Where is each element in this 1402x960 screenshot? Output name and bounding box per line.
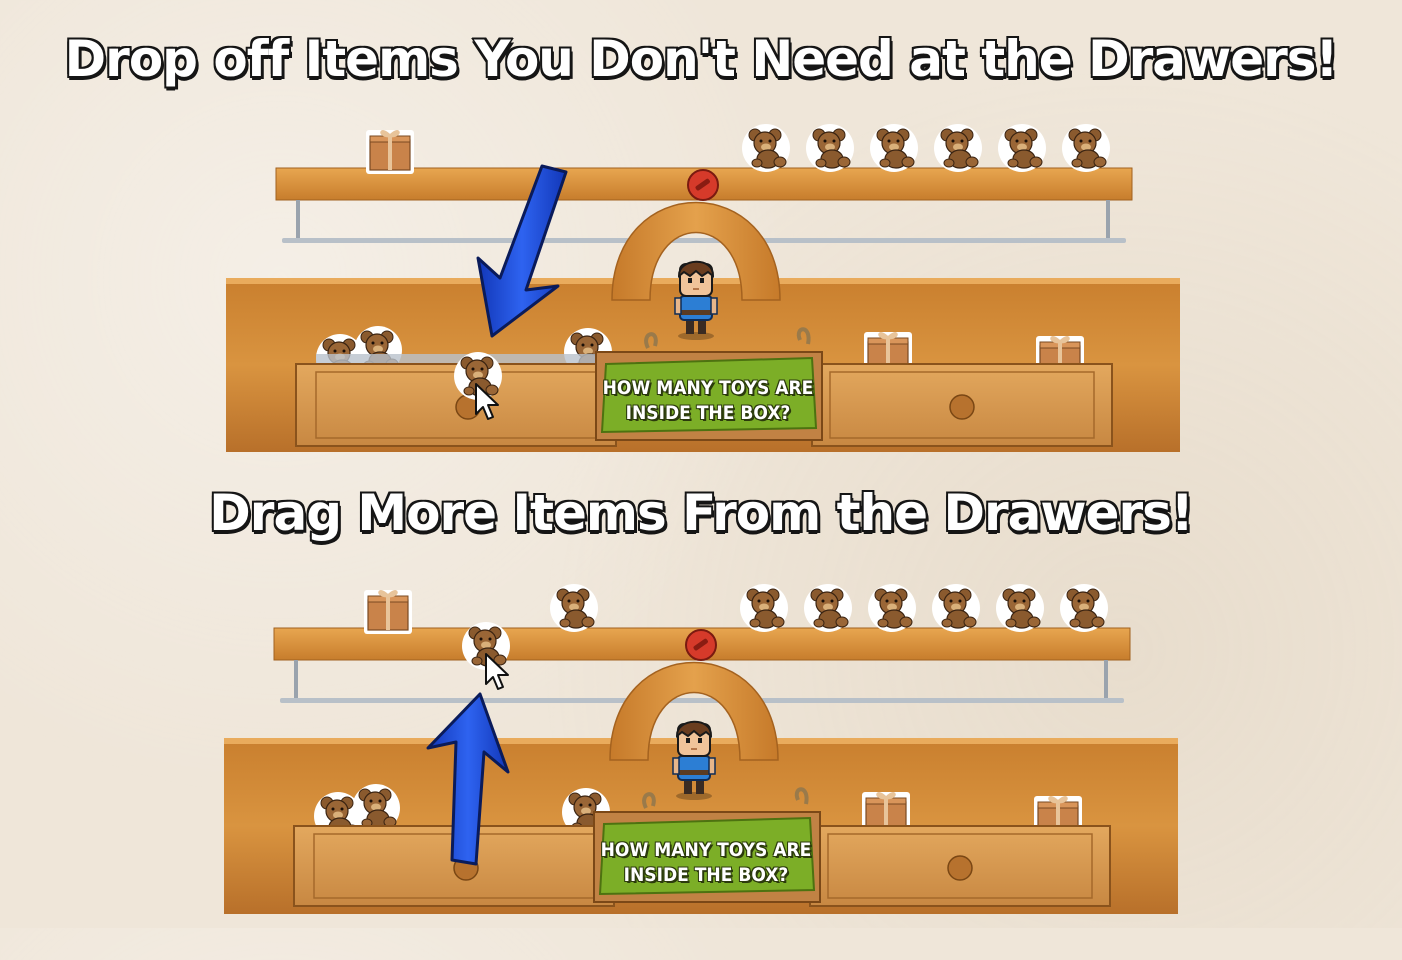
sign-text: HOW MANY TOYS ARE INSIDE THE BOX? xyxy=(596,838,816,888)
instruction-title-drop-off: Drop off Items You Don't Need at the Dra… xyxy=(63,29,1340,90)
sign-line-2: INSIDE THE BOX? xyxy=(623,864,789,886)
instruction-title-drag-more: Drag More Items From the Drawers! xyxy=(208,483,1195,544)
teddy-bear-icon[interactable] xyxy=(933,123,983,173)
teddy-bear-icon[interactable] xyxy=(931,583,981,633)
sign-line-2: INSIDE THE BOX? xyxy=(625,402,791,424)
drawer-knob-icon xyxy=(947,855,973,881)
drawer-right[interactable] xyxy=(811,363,1113,447)
teddy-bear-icon[interactable] xyxy=(739,583,789,633)
teddy-bear-icon[interactable] xyxy=(1061,123,1111,173)
teddy-bear-icon[interactable] xyxy=(1059,583,1109,633)
teddy-bear-icon[interactable] xyxy=(997,123,1047,173)
game-panel-drag-more: HOW MANY TOYS ARE INSIDE THE BOX? xyxy=(0,560,1402,960)
drawer-right[interactable] xyxy=(809,825,1111,907)
teddy-bear-icon[interactable] xyxy=(805,123,855,173)
teddy-bear-icon[interactable] xyxy=(867,583,917,633)
teddy-bear-icon[interactable] xyxy=(741,123,791,173)
drawer-knob-icon xyxy=(949,394,975,420)
teddy-bear-icon[interactable] xyxy=(803,583,853,633)
teddy-bear-icon[interactable] xyxy=(995,583,1045,633)
sign-line-1: HOW MANY TOYS ARE xyxy=(600,839,812,861)
game-panel-drop-off: HOW MANY TOYS ARE INSIDE THE BOX? xyxy=(0,100,1402,500)
teddy-bear-icon[interactable] xyxy=(549,583,599,633)
sign-text: HOW MANY TOYS ARE INSIDE THE BOX? xyxy=(598,376,818,426)
gift-box-icon[interactable] xyxy=(362,588,414,636)
teddy-bear-icon[interactable] xyxy=(869,123,919,173)
sign-line-1: HOW MANY TOYS ARE xyxy=(602,377,814,399)
gift-box-icon[interactable] xyxy=(364,128,416,176)
